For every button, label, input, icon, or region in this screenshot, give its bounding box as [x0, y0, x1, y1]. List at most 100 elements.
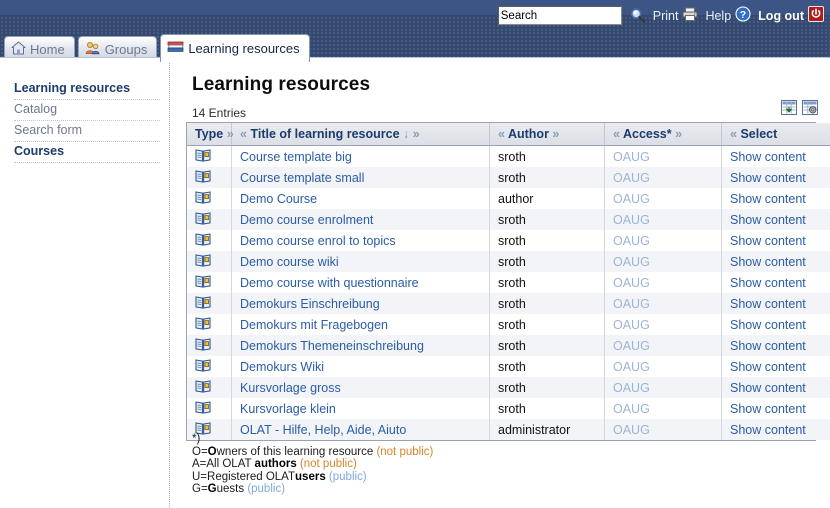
resource-title-link[interactable]: Demo course with questionnaire: [240, 276, 419, 290]
show-content-link[interactable]: Show content: [730, 150, 806, 164]
cell-author: sroth: [489, 356, 605, 377]
resource-title-link[interactable]: Demokurs Einschreibung: [240, 297, 380, 311]
cell-type: [187, 251, 232, 272]
col-header-access[interactable]: « Access* »: [604, 123, 722, 146]
entries-count: 14 Entries: [192, 106, 247, 120]
cell-access: OAUG: [604, 188, 722, 209]
cell-access: OAUG: [604, 419, 722, 440]
course-book-icon: [195, 190, 211, 207]
col-header-select[interactable]: « Select: [721, 123, 830, 146]
sort-arrow-left-icon: «: [730, 127, 737, 141]
tab-learning-resources[interactable]: Learning resources: [160, 34, 310, 62]
magnifier-icon[interactable]: [629, 7, 646, 24]
show-content-link[interactable]: Show content: [730, 234, 806, 248]
cell-type: [187, 145, 232, 167]
resource-title-link[interactable]: Demo course enrolment: [240, 213, 373, 227]
show-content-link[interactable]: Show content: [730, 276, 806, 290]
cell-access: OAUG: [604, 230, 722, 251]
resource-title-link[interactable]: Demo course wiki: [240, 255, 339, 269]
books-icon: [167, 40, 184, 57]
show-content-link[interactable]: Show content: [730, 255, 806, 269]
table-download-icon[interactable]: [781, 100, 797, 115]
printer-icon: [682, 7, 698, 24]
main-content: Learning resources 14 Entries Type » « T…: [170, 58, 830, 508]
col-header-type-label: Type: [195, 127, 224, 141]
table-row: Demo Course author OAUG Show content: [187, 188, 830, 209]
table-row: Demokurs mit Fragebogen sroth OAUG Show con…: [187, 314, 830, 335]
help-button[interactable]: Help ?: [705, 6, 751, 25]
cell-author: sroth: [489, 230, 605, 251]
show-content-link[interactable]: Show content: [730, 297, 806, 311]
cell-title: Course template big: [231, 145, 490, 167]
resource-title-link[interactable]: Demokurs Themeneinschreibung: [240, 339, 424, 353]
show-content-link[interactable]: Show content: [730, 318, 806, 332]
table-settings-icon[interactable]: [802, 100, 818, 115]
cell-author: sroth: [489, 314, 605, 335]
sidebar-item-learning-resources[interactable]: Learning resources: [14, 79, 160, 100]
sidebar-item-search-form[interactable]: Search form: [14, 121, 160, 142]
cell-title: Demokurs Wiki: [231, 356, 490, 377]
cell-select: Show content: [721, 377, 830, 398]
show-content-link[interactable]: Show content: [730, 381, 806, 395]
col-header-author-label: Author: [507, 127, 549, 141]
svg-text:?: ?: [740, 9, 746, 21]
resource-title-link[interactable]: Kursvorlage gross: [240, 381, 341, 395]
resource-title-link[interactable]: Demo course enrol to topics: [240, 234, 396, 248]
resource-title-link[interactable]: Demokurs mit Fragebogen: [240, 318, 388, 332]
course-book-icon: [195, 316, 211, 333]
show-content-link[interactable]: Show content: [730, 423, 806, 437]
cell-access: OAUG: [604, 377, 722, 398]
table-row: Demo course wiki sroth OAUG Show content: [187, 251, 830, 272]
course-book-icon: [195, 232, 211, 249]
tab-list: Home Groups Learning resources: [4, 34, 310, 62]
resource-title-link[interactable]: Demo Course: [240, 192, 317, 206]
legend-code: U=: [192, 470, 208, 483]
cell-title: Demokurs Einschreibung: [231, 293, 490, 314]
resource-title-link[interactable]: Course template big: [240, 150, 352, 164]
legend-marker: *): [192, 433, 201, 445]
show-content-link[interactable]: Show content: [730, 213, 806, 227]
col-header-author[interactable]: « Author »: [489, 123, 605, 146]
show-content-link[interactable]: Show content: [730, 171, 806, 185]
show-content-link[interactable]: Show content: [730, 339, 806, 353]
sort-arrow-right-icon: »: [226, 127, 234, 141]
cell-author: sroth: [489, 377, 605, 398]
cell-type: [187, 335, 232, 356]
sidebar-item-catalog[interactable]: Catalog: [14, 100, 160, 121]
logout-button[interactable]: Log out: [758, 6, 824, 25]
legend-code: A=: [192, 458, 207, 470]
cell-type: [187, 356, 232, 377]
table-tools: [781, 100, 818, 115]
table-row: Kursvorlage gross sroth OAUG Show content: [187, 377, 830, 398]
resource-title-link[interactable]: Course template small: [240, 171, 364, 185]
col-header-title[interactable]: « Title of learning resource ↓ »: [231, 123, 490, 146]
show-content-link[interactable]: Show content: [730, 192, 806, 206]
col-header-type[interactable]: Type »: [187, 123, 234, 146]
sort-arrow-right-icon: »: [552, 127, 560, 141]
show-content-link[interactable]: Show content: [730, 402, 806, 416]
table-row: Demo course enrol to topics sroth OAUG Show…: [187, 230, 830, 251]
tab-strip: Home Groups Learning resources: [0, 31, 830, 62]
course-book-icon: [195, 379, 211, 396]
search-input[interactable]: [497, 6, 622, 25]
cell-title: Course template small: [231, 167, 490, 188]
cell-select: Show content: [721, 167, 830, 188]
legend-rest: All OLAT: [206, 458, 255, 470]
sort-arrow-left-icon: «: [240, 127, 247, 141]
print-button[interactable]: Print: [653, 7, 699, 24]
cell-author: sroth: [489, 251, 605, 272]
resource-title-link[interactable]: Demokurs Wiki: [240, 360, 324, 374]
col-header-title-label: Title of learning resource: [250, 127, 400, 141]
cell-title: Kursvorlage gross: [231, 377, 490, 398]
sidebar-item-courses[interactable]: Courses: [14, 142, 160, 163]
col-header-select-label: Select: [740, 127, 778, 141]
legend-code: O=: [192, 445, 208, 458]
cell-author: sroth: [489, 272, 605, 293]
top-header-actions: Print Help ?: [497, 0, 824, 31]
resource-title-link[interactable]: Kursvorlage klein: [240, 402, 336, 416]
legend-line-guests: G=Guests (public): [192, 483, 433, 496]
show-content-link[interactable]: Show content: [730, 360, 806, 374]
sidebar-item-label: Search form: [14, 123, 83, 137]
cell-type: [187, 314, 232, 335]
learning-resources-table-wrapper: Type » « Title of learning resource ↓ » …: [186, 122, 830, 441]
